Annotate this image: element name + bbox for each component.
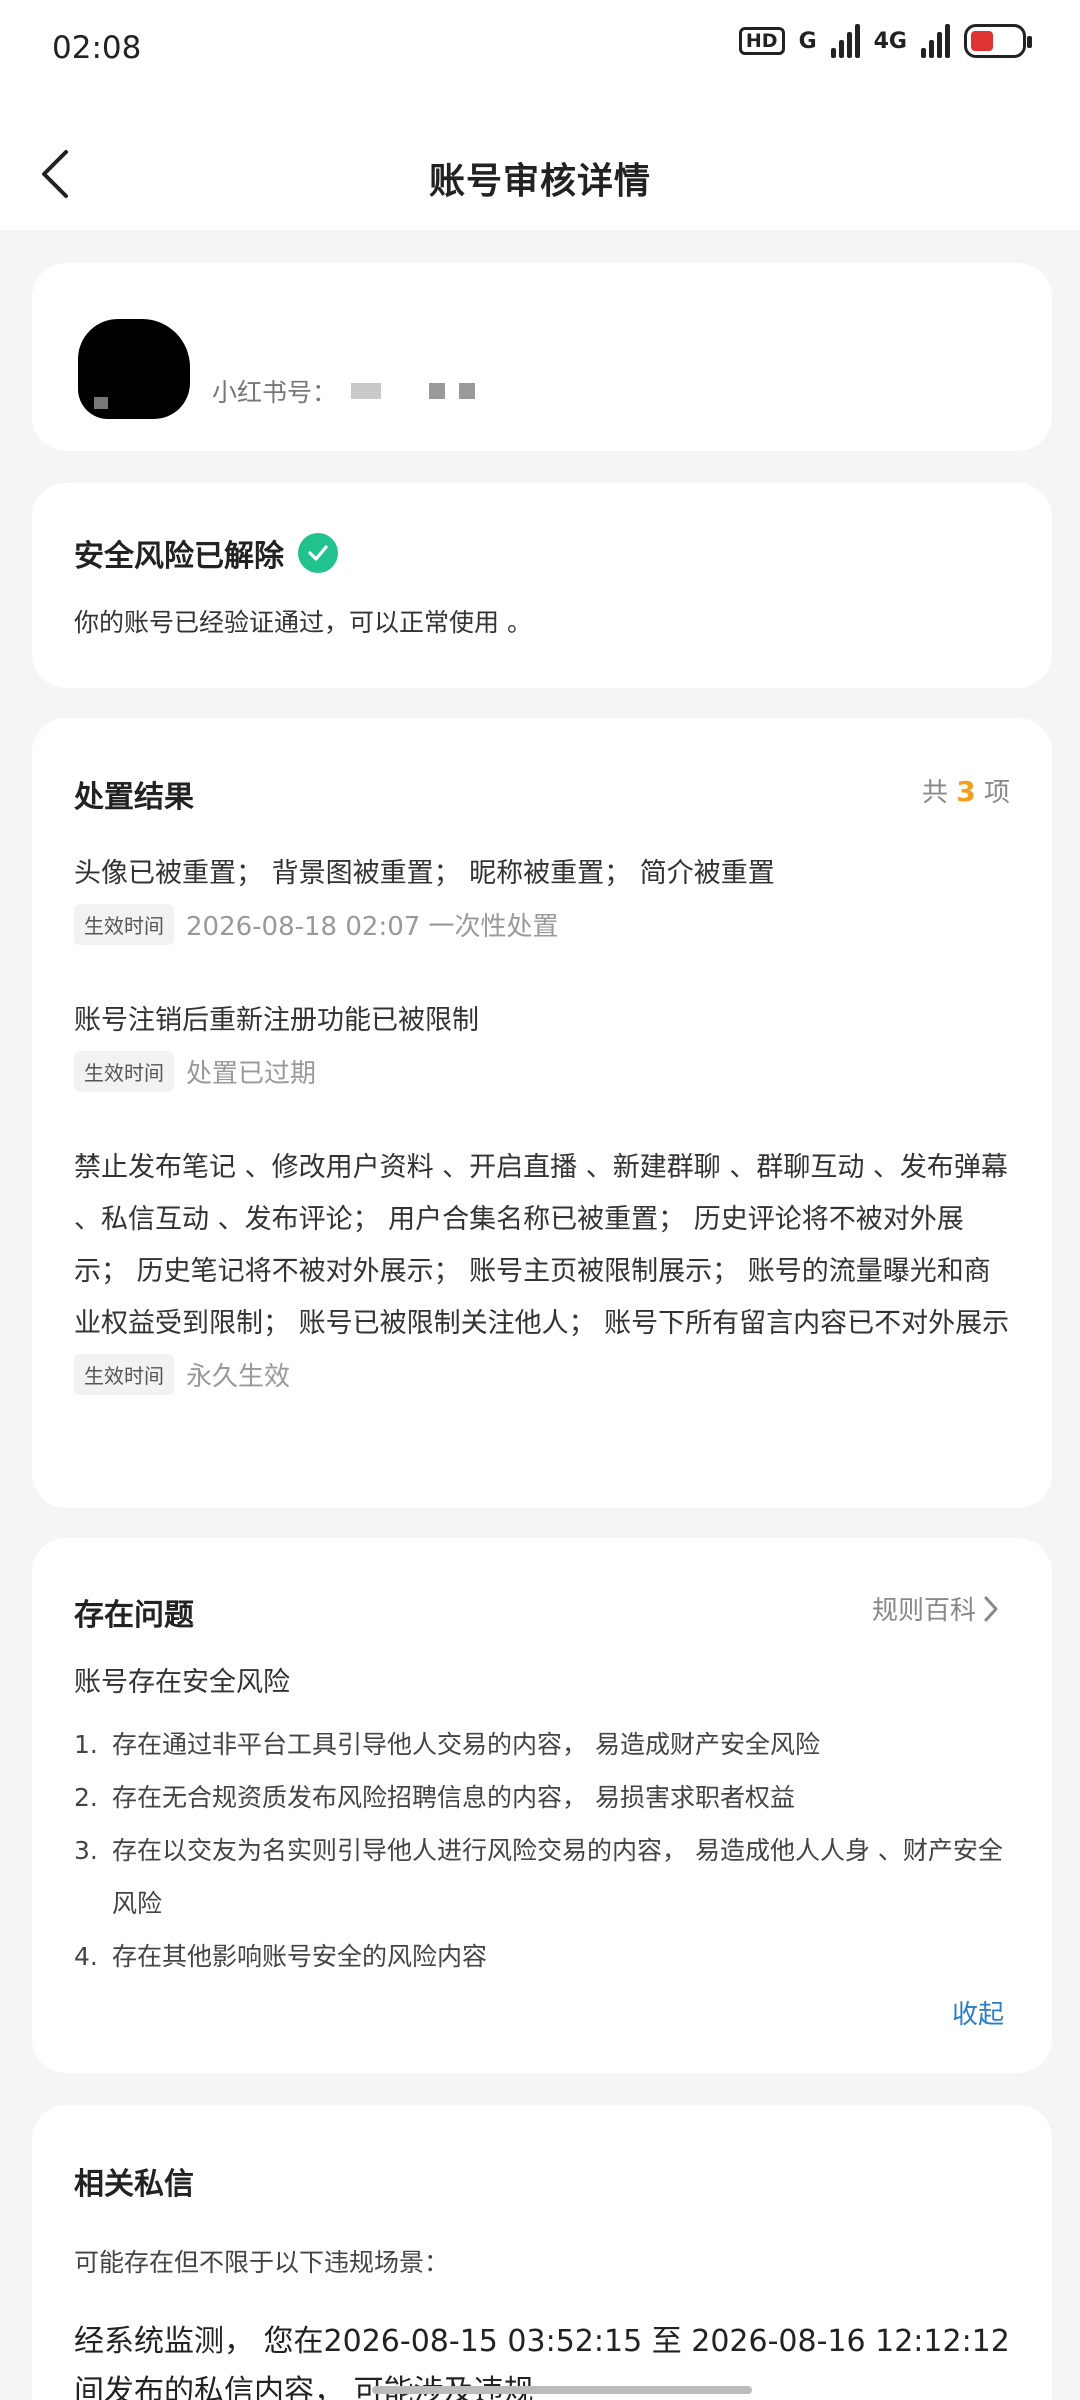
home-indicator[interactable]	[372, 2386, 752, 2394]
rules-encyclopedia-link[interactable]: 规则百科	[872, 1590, 1004, 1627]
effective-time-row: 生效时间 2026-08-18 02:07 一次性处置	[74, 904, 1014, 945]
redacted-id	[429, 383, 446, 399]
status-time: 02:08	[52, 30, 142, 66]
issues-card: 存在问题 规则百科 账号存在安全风险 1. 存在通过非平台工具引导他人交易的内容…	[32, 1538, 1052, 2073]
count-value: 3	[956, 775, 976, 808]
list-number: 2.	[74, 1783, 98, 1812]
battery-charging-icon	[964, 24, 1032, 58]
result-item: 账号注销后重新注册功能已被限制 生效时间 处置已过期	[74, 995, 1014, 1092]
risk-description: 你的账号已经验证通过，可以正常使用 。	[74, 608, 532, 637]
list-item: 4. 存在其他影响账号安全的风险内容	[74, 1930, 1024, 1983]
user-id: 小红书号：	[212, 373, 476, 409]
result-item: 头像已被重置； 背景图被重置； 昵称被重置； 简介被重置 生效时间 2026-0…	[74, 848, 1014, 945]
result-item: 禁止发布笔记 、修改用户资料 、开启直播 、新建群聊 、群聊互动 、发布弹幕 、…	[74, 1142, 1014, 1395]
avatar-redaction	[94, 397, 108, 409]
list-item: 2. 存在无合规资质发布风险招聘信息的内容， 易损害求职者权益	[74, 1771, 1024, 1824]
result-card: 处置结果 共 3 项 头像已被重置； 背景图被重置； 昵称被重置； 简介被重置 …	[32, 718, 1052, 1508]
redacted-id	[351, 383, 382, 399]
chevron-right-icon	[984, 1596, 998, 1621]
rules-link-label: 规则百科	[871, 1596, 976, 1626]
section-title: 存在问题	[74, 1598, 194, 1633]
list-item: 3. 存在以交友为名实则引导他人进行风险交易的内容， 易造成他人人身 、财产安全…	[74, 1824, 1024, 1930]
status-icons: HD G 4G	[738, 24, 1032, 58]
signal-g-icon	[830, 24, 860, 58]
count-prefix: 共	[921, 778, 948, 808]
risk-title: 安全风险已解除	[74, 531, 338, 575]
list-number: 3.	[74, 1836, 98, 1865]
hd-icon: HD	[738, 27, 785, 55]
list-text: 存在无合规资质发布风险招聘信息的内容， 易损害求职者权益	[112, 1783, 795, 1812]
effective-time-tag: 生效时间	[74, 1354, 174, 1395]
risk-status-card: 安全风险已解除 你的账号已经验证通过，可以正常使用 。	[32, 483, 1052, 688]
top-bar: 02:08 HD G 4G 账号审核详情	[0, 0, 1080, 230]
issue-subtitle: 账号存在安全风险	[74, 1667, 290, 1698]
user-card: 小红书号：	[32, 263, 1052, 451]
result-text: 禁止发布笔记 、修改用户资料 、开启直播 、新建群聊 、群聊互动 、发布弹幕 、…	[74, 1152, 1010, 1339]
messages-card: 相关私信 可能存在但不限于以下违规场景： 经系统监测， 您在2026-08-15…	[32, 2105, 1052, 2400]
risk-title-text: 安全风险已解除	[74, 539, 284, 574]
message-hint: 可能存在但不限于以下违规场景：	[74, 2248, 450, 2277]
signal-g-label: G	[798, 28, 817, 54]
result-text: 头像已被重置； 背景图被重置； 昵称被重置； 简介被重置	[74, 858, 775, 889]
signal-4g-icon	[921, 24, 950, 58]
nav-bar: 账号审核详情	[0, 130, 1080, 230]
count-suffix: 项	[983, 778, 1010, 808]
result-count: 共 3 项	[922, 772, 1010, 809]
issue-list: 1. 存在通过非平台工具引导他人交易的内容， 易造成财产安全风险 2. 存在无合…	[74, 1718, 1024, 1983]
effective-time-value: 处置已过期	[186, 1059, 317, 1089]
collapse-button[interactable]: 收起	[952, 1994, 1004, 2031]
status-bar: 02:08 HD G 4G	[0, 0, 1080, 100]
page-title: 账号审核详情	[428, 161, 651, 202]
list-number: 4.	[74, 1942, 98, 1971]
result-text: 账号注销后重新注册功能已被限制	[74, 1005, 479, 1036]
effective-time-tag: 生效时间	[74, 904, 174, 945]
effective-time-tag: 生效时间	[74, 1051, 174, 1092]
list-text: 存在以交友为名实则引导他人进行风险交易的内容， 易造成他人人身 、财产安全风险	[112, 1836, 1003, 1918]
redacted-id	[459, 383, 476, 399]
section-title: 相关私信	[74, 2167, 194, 2202]
list-number: 1.	[74, 1730, 98, 1759]
section-title: 处置结果	[74, 780, 194, 815]
effective-time-row: 生效时间 处置已过期	[74, 1051, 1014, 1092]
user-id-label: 小红书号：	[212, 378, 338, 407]
effective-time-value: 2026-08-18 02:07 一次性处置	[186, 912, 559, 942]
list-item: 1. 存在通过非平台工具引导他人交易的内容， 易造成财产安全风险	[74, 1718, 1024, 1771]
signal-4g-label: 4G	[873, 28, 907, 54]
list-text: 存在通过非平台工具引导他人交易的内容， 易造成财产安全风险	[112, 1730, 820, 1759]
effective-time-row: 生效时间 永久生效	[74, 1354, 1014, 1395]
effective-time-value: 永久生效	[186, 1362, 291, 1392]
check-circle-icon	[298, 533, 338, 573]
list-text: 存在其他影响账号安全的风险内容	[112, 1942, 488, 1971]
